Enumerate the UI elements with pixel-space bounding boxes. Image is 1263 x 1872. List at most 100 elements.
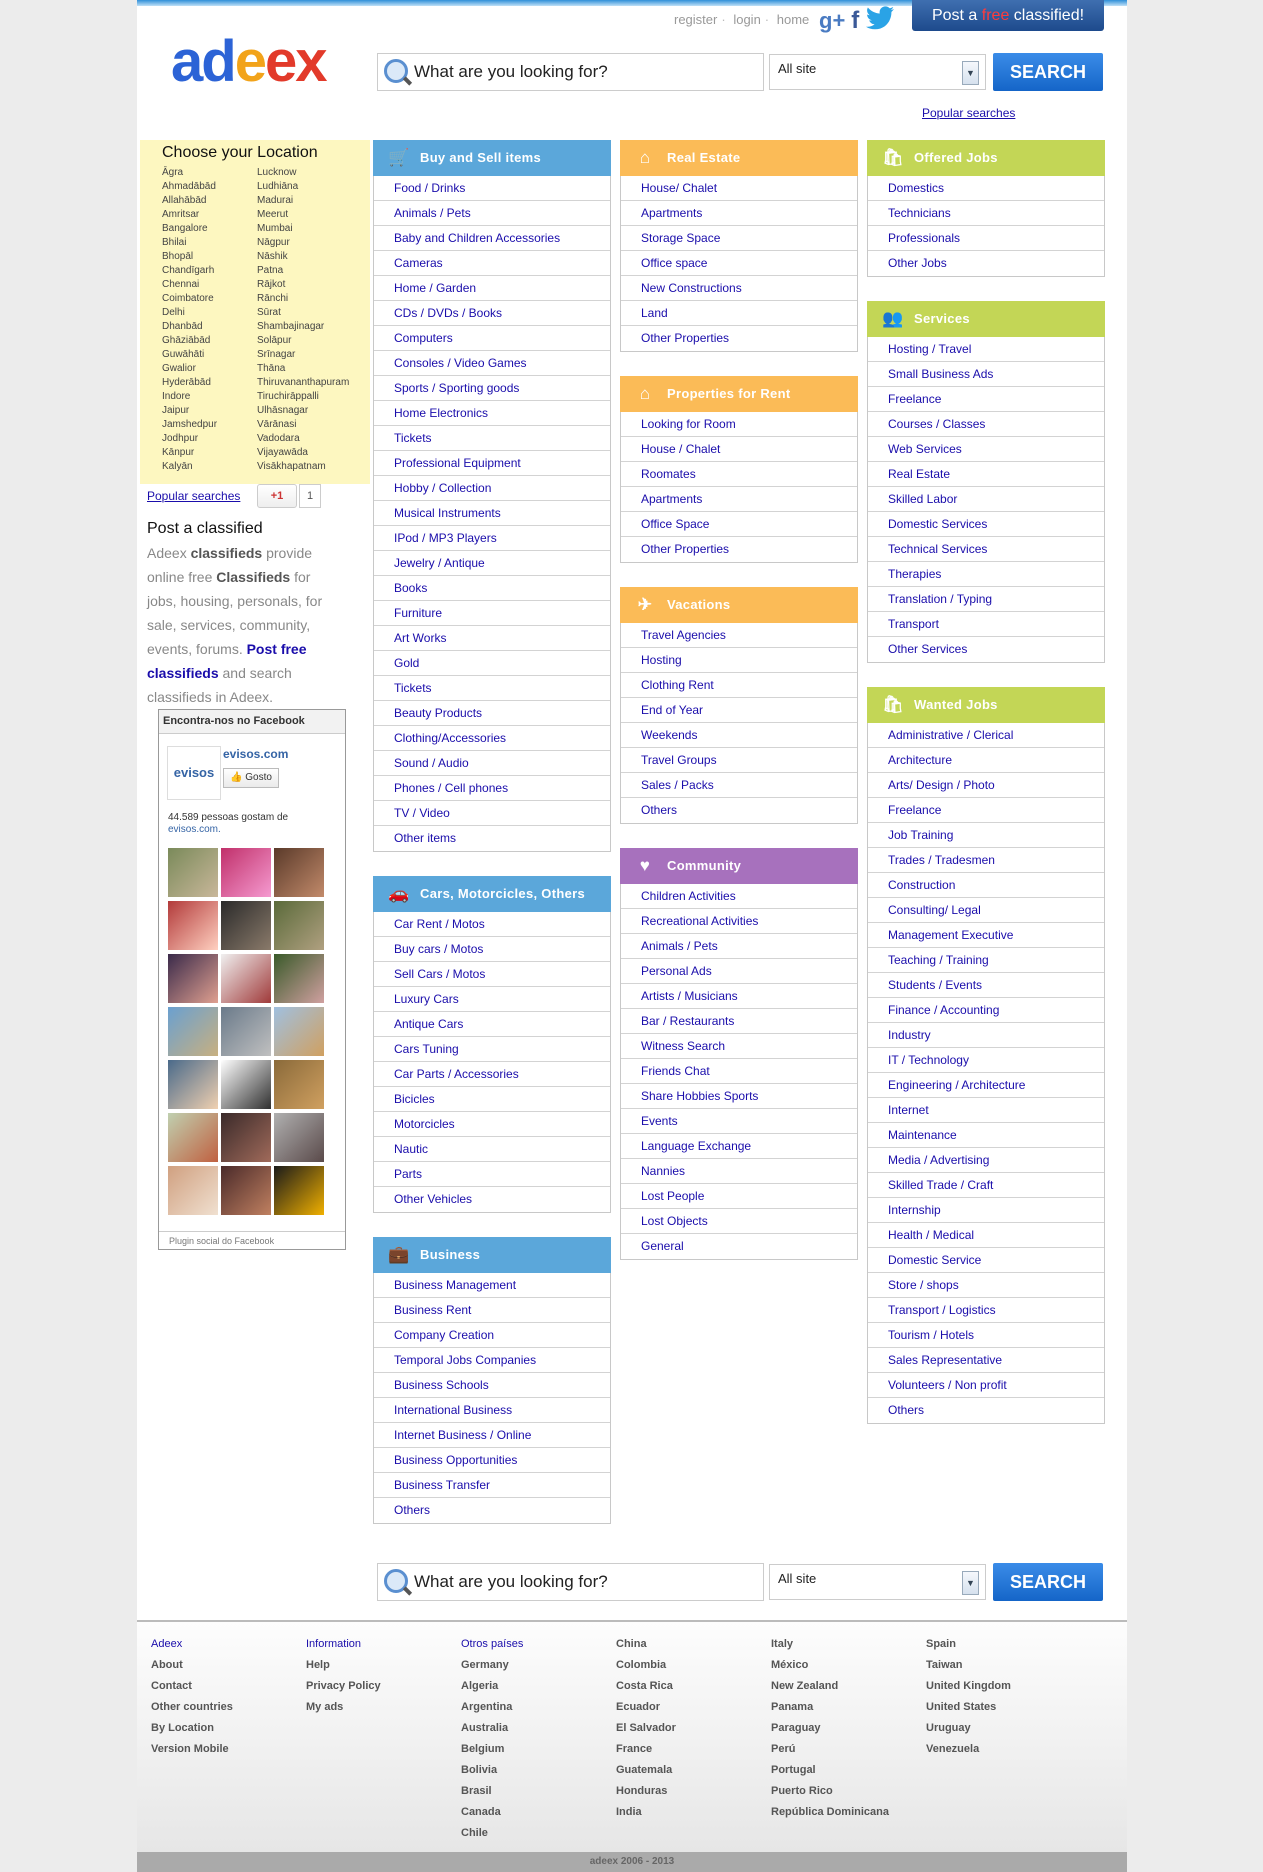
category-select[interactable]: All site ▼ bbox=[769, 54, 986, 90]
category-link[interactable]: Health / Medical bbox=[868, 1223, 1104, 1248]
category-link[interactable]: Architecture bbox=[868, 748, 1104, 773]
category-link[interactable]: Consoles / Video Games bbox=[374, 351, 610, 376]
category-link[interactable]: Bicicles bbox=[374, 1087, 610, 1112]
category-link[interactable]: Other Services bbox=[868, 637, 1104, 662]
location-link[interactable]: Jodhpur bbox=[162, 432, 217, 446]
location-link[interactable]: Rājkot bbox=[257, 278, 349, 292]
location-link[interactable]: Kānpur bbox=[162, 446, 217, 460]
category-link[interactable]: Land bbox=[621, 301, 857, 326]
category-link[interactable]: Skilled Labor bbox=[868, 487, 1104, 512]
category-link[interactable]: House / Chalet bbox=[621, 437, 857, 462]
category-link[interactable]: Volunteers / Non profit bbox=[868, 1373, 1104, 1398]
location-link[interactable]: Delhi bbox=[162, 306, 217, 320]
category-link[interactable]: Phones / Cell phones bbox=[374, 776, 610, 801]
footer-link[interactable]: Guatemala bbox=[616, 1760, 676, 1781]
home-link[interactable]: home bbox=[777, 12, 810, 27]
category-link[interactable]: CDs / DVDs / Books bbox=[374, 301, 610, 326]
category-link[interactable]: Recreational Activities bbox=[621, 909, 857, 934]
footer-link[interactable]: Ecuador bbox=[616, 1697, 676, 1718]
category-link[interactable]: Domestic Services bbox=[868, 512, 1104, 537]
location-link[interactable]: Ghāziābād bbox=[162, 334, 217, 348]
location-link[interactable]: Bhopāl bbox=[162, 250, 217, 264]
fan-avatar[interactable] bbox=[274, 848, 324, 897]
category-link[interactable]: Therapies bbox=[868, 562, 1104, 587]
category-link[interactable]: TV / Video bbox=[374, 801, 610, 826]
location-link[interactable]: Ahmadābād bbox=[162, 180, 217, 194]
footer-link[interactable]: Italy bbox=[771, 1634, 889, 1655]
category-link[interactable]: Sports / Sporting goods bbox=[374, 376, 610, 401]
category-link[interactable]: Trades / Tradesmen bbox=[868, 848, 1104, 873]
fan-avatar[interactable] bbox=[221, 901, 271, 950]
category-link[interactable]: Nautic bbox=[374, 1137, 610, 1162]
category-link[interactable]: Real Estate bbox=[868, 462, 1104, 487]
location-link[interactable]: Ludhiāna bbox=[257, 180, 349, 194]
category-link[interactable]: Skilled Trade / Craft bbox=[868, 1173, 1104, 1198]
category-link[interactable]: Teaching / Training bbox=[868, 948, 1104, 973]
category-link[interactable]: Share Hobbies Sports bbox=[621, 1084, 857, 1109]
location-link[interactable]: Dhanbād bbox=[162, 320, 217, 334]
panel-header[interactable]: 🛍 Wanted Jobs bbox=[867, 687, 1105, 723]
search-input[interactable]: What are you looking for? bbox=[377, 53, 764, 91]
fan-avatar[interactable] bbox=[168, 1113, 218, 1162]
category-link[interactable]: Office Space bbox=[621, 512, 857, 537]
panel-header[interactable]: 💼 Business bbox=[373, 1237, 611, 1273]
category-link[interactable]: Musical Instruments bbox=[374, 501, 610, 526]
category-link[interactable]: Children Activities bbox=[621, 884, 857, 909]
panel-header[interactable]: ✈ Vacations bbox=[620, 587, 858, 623]
category-link[interactable]: House/ Chalet bbox=[621, 176, 857, 201]
adeex-logo[interactable]: adeex bbox=[171, 28, 327, 95]
category-link[interactable]: Business Rent bbox=[374, 1298, 610, 1323]
category-link[interactable]: Art Works bbox=[374, 626, 610, 651]
category-link[interactable]: Job Training bbox=[868, 823, 1104, 848]
location-link[interactable]: Coimbatore bbox=[162, 292, 217, 306]
footer-link[interactable]: By Location bbox=[151, 1718, 233, 1739]
footer-link[interactable]: República Dominicana bbox=[771, 1802, 889, 1823]
location-link[interactable]: Sūrat bbox=[257, 306, 349, 320]
category-link[interactable]: Roomates bbox=[621, 462, 857, 487]
footer-link[interactable]: Taiwan bbox=[926, 1655, 1011, 1676]
category-link[interactable]: Business Transfer bbox=[374, 1473, 610, 1498]
category-link[interactable]: Events bbox=[621, 1109, 857, 1134]
category-link[interactable]: Baby and Children Accessories bbox=[374, 226, 610, 251]
location-link[interactable]: Vadodara bbox=[257, 432, 349, 446]
location-link[interactable]: Lucknow bbox=[257, 166, 349, 180]
footer-link[interactable]: France bbox=[616, 1739, 676, 1760]
fan-avatar[interactable] bbox=[221, 848, 271, 897]
category-link[interactable]: Other Vehicles bbox=[374, 1187, 610, 1212]
location-link[interactable]: Tiruchirāppalli bbox=[257, 390, 349, 404]
category-link[interactable]: Friends Chat bbox=[621, 1059, 857, 1084]
category-link[interactable]: Others bbox=[374, 1498, 610, 1523]
panel-header[interactable]: ♥ Community bbox=[620, 848, 858, 884]
login-link[interactable]: login bbox=[733, 12, 760, 27]
category-link[interactable]: Tickets bbox=[374, 426, 610, 451]
category-link[interactable]: Courses / Classes bbox=[868, 412, 1104, 437]
category-link[interactable]: Apartments bbox=[621, 487, 857, 512]
category-link[interactable]: Professionals bbox=[868, 226, 1104, 251]
footer-link[interactable]: India bbox=[616, 1802, 676, 1823]
fan-avatar[interactable] bbox=[274, 1007, 324, 1056]
location-link[interactable]: Amritsar bbox=[162, 208, 217, 222]
footer-link[interactable]: Venezuela bbox=[926, 1739, 1011, 1760]
fan-avatar[interactable] bbox=[221, 1166, 271, 1215]
fan-avatar[interactable] bbox=[274, 1113, 324, 1162]
panel-header[interactable]: ⌂ Properties for Rent bbox=[620, 376, 858, 412]
category-link[interactable]: Clothing Rent bbox=[621, 673, 857, 698]
category-link[interactable]: Business Opportunities bbox=[374, 1448, 610, 1473]
category-link[interactable]: Hosting bbox=[621, 648, 857, 673]
footer-link[interactable]: Argentina bbox=[461, 1697, 523, 1718]
category-link[interactable]: Apartments bbox=[621, 201, 857, 226]
category-link[interactable]: Home / Garden bbox=[374, 276, 610, 301]
location-link[interactable]: Vijayawāda bbox=[257, 446, 349, 460]
twitter-icon[interactable] bbox=[865, 5, 895, 37]
category-link[interactable]: Parts bbox=[374, 1162, 610, 1187]
location-link[interactable]: Kalyān bbox=[162, 460, 217, 474]
footer-link[interactable]: Canada bbox=[461, 1802, 523, 1823]
footer-link[interactable]: Paraguay bbox=[771, 1718, 889, 1739]
footer-link[interactable]: My ads bbox=[306, 1697, 381, 1718]
category-link[interactable]: Furniture bbox=[374, 601, 610, 626]
footer-link[interactable]: New Zealand bbox=[771, 1676, 889, 1697]
facebook-icon[interactable]: f bbox=[851, 7, 859, 35]
category-link[interactable]: Artists / Musicians bbox=[621, 984, 857, 1009]
fan-avatar[interactable] bbox=[274, 1166, 324, 1215]
category-link[interactable]: Industry bbox=[868, 1023, 1104, 1048]
